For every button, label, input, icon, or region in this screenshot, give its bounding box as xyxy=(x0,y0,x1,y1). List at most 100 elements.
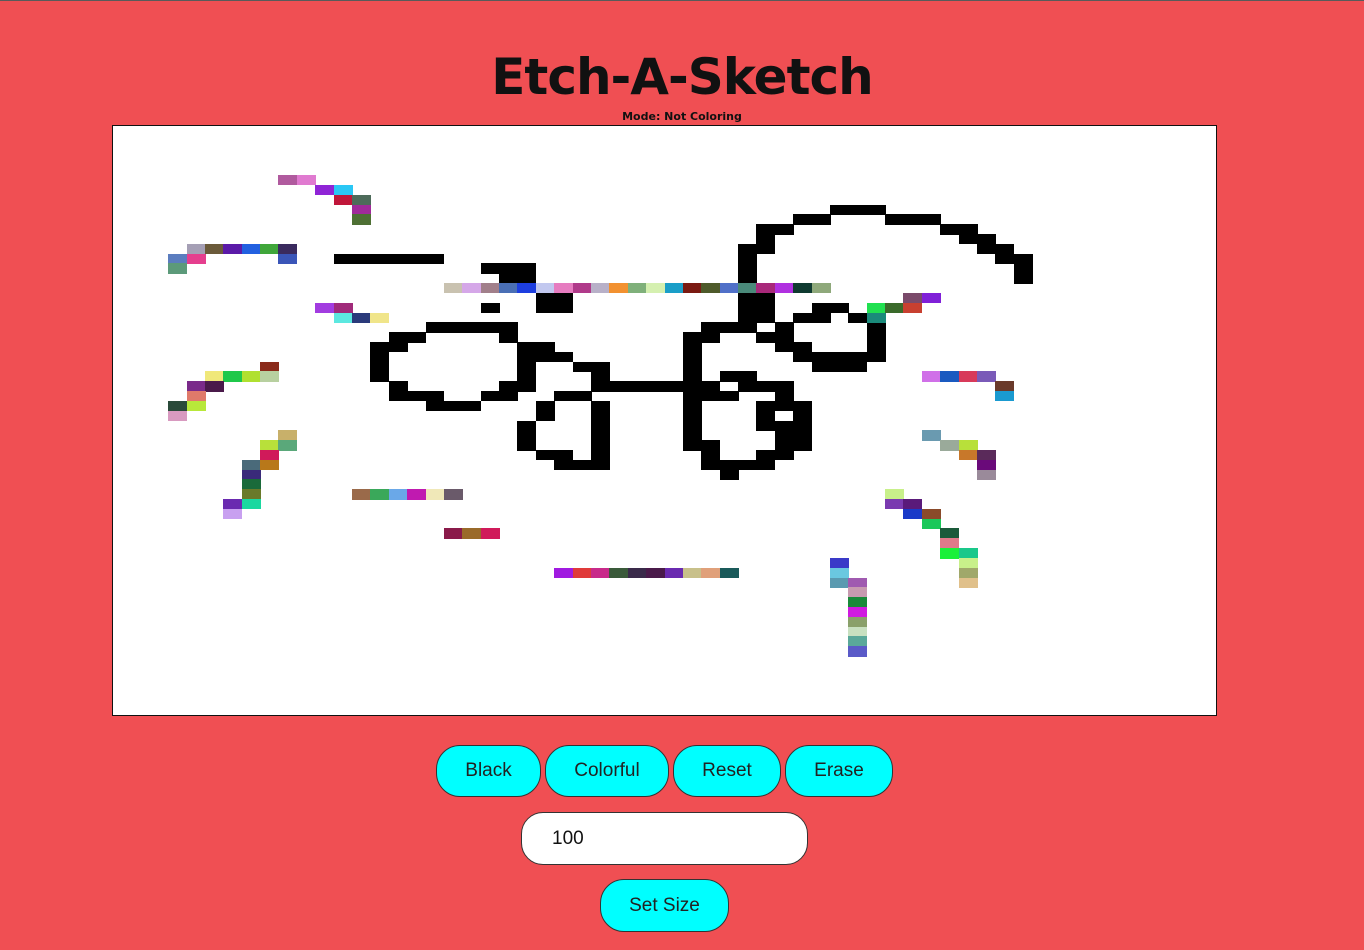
grid-cell[interactable] xyxy=(223,508,243,520)
grid-cell[interactable] xyxy=(921,430,941,441)
grid-cell[interactable] xyxy=(370,371,390,382)
grid-cell[interactable] xyxy=(756,459,776,471)
grid-cell[interactable] xyxy=(168,263,188,274)
grid-cell[interactable] xyxy=(425,400,445,412)
grid-cell[interactable] xyxy=(719,371,739,382)
grid-cell[interactable] xyxy=(388,489,408,500)
erase-button[interactable]: Erase xyxy=(785,745,893,797)
grid-cell[interactable] xyxy=(260,459,280,471)
grid-cell[interactable] xyxy=(774,283,794,294)
grid-cell[interactable] xyxy=(407,391,427,402)
grid-cell[interactable] xyxy=(296,175,316,186)
grid-cell[interactable] xyxy=(351,214,371,225)
grid-cell[interactable] xyxy=(241,243,261,255)
grid-cell[interactable] xyxy=(241,499,261,510)
grid-cell[interactable] xyxy=(499,332,519,343)
grid-cell[interactable] xyxy=(535,449,555,461)
grid-cell[interactable] xyxy=(260,371,280,382)
grid-cell[interactable] xyxy=(793,440,813,451)
grid-cell[interactable] xyxy=(848,646,868,657)
grid-cell[interactable] xyxy=(590,459,610,471)
grid-cell[interactable] xyxy=(572,459,592,471)
grid-cell[interactable] xyxy=(738,381,757,392)
grid-cell[interactable] xyxy=(425,253,445,265)
grid-cell[interactable] xyxy=(903,302,923,314)
grid-cell[interactable] xyxy=(774,341,794,353)
grid-cell[interactable] xyxy=(682,283,702,294)
grid-cell[interactable] xyxy=(701,391,721,402)
grid-cell[interactable] xyxy=(701,567,721,579)
grid-cell[interactable] xyxy=(517,283,537,294)
grid-cell[interactable] xyxy=(682,440,702,451)
grid-cell[interactable] xyxy=(407,332,427,343)
grid-cell[interactable] xyxy=(885,499,905,510)
grid-cell[interactable] xyxy=(756,332,776,343)
grid-cell[interactable] xyxy=(535,302,555,314)
grid-cell[interactable] xyxy=(535,283,555,294)
grid-cell[interactable] xyxy=(554,283,574,294)
grid-cell[interactable] xyxy=(499,391,519,402)
grid-cell[interactable] xyxy=(977,371,996,382)
grid-cell[interactable] xyxy=(333,253,353,265)
grid-cell[interactable] xyxy=(572,567,592,579)
grid-cell[interactable] xyxy=(443,528,463,539)
grid-cell[interactable] xyxy=(646,567,666,579)
grid-cell[interactable] xyxy=(774,224,794,235)
grid-cell[interactable] xyxy=(351,253,371,265)
grid-cell[interactable] xyxy=(848,312,868,323)
grid-cell[interactable] xyxy=(443,283,463,294)
grid-cell[interactable] xyxy=(1013,273,1033,284)
grid-cell[interactable] xyxy=(517,381,537,392)
grid-cell[interactable] xyxy=(241,371,261,382)
grid-cell[interactable] xyxy=(370,253,390,265)
grid-cell[interactable] xyxy=(940,371,960,382)
grid-cell[interactable] xyxy=(756,312,776,323)
grid-cell[interactable] xyxy=(866,312,886,323)
grid-cell[interactable] xyxy=(186,253,206,265)
grid-cell[interactable] xyxy=(480,391,500,402)
grid-cell[interactable] xyxy=(664,567,684,579)
grid-cell[interactable] xyxy=(940,548,960,559)
grid-cell[interactable] xyxy=(388,341,408,353)
grid-cell[interactable] xyxy=(388,253,408,265)
grid-cell[interactable] xyxy=(885,214,905,225)
grid-cell[interactable] xyxy=(811,361,831,372)
grid-cell[interactable] xyxy=(903,508,923,520)
grid-cell[interactable] xyxy=(995,391,1015,402)
grid-cell[interactable] xyxy=(940,224,960,235)
grid-cell[interactable] xyxy=(572,361,592,372)
grid-cell[interactable] xyxy=(738,459,757,471)
grid-cell[interactable] xyxy=(333,194,353,206)
grid-cell[interactable] xyxy=(701,332,721,343)
grid-cell[interactable] xyxy=(260,243,280,255)
grid-cell[interactable] xyxy=(682,567,702,579)
grid-cell[interactable] xyxy=(462,322,482,333)
grid-cell[interactable] xyxy=(443,400,463,412)
grid-cell[interactable] xyxy=(829,577,849,588)
grid-cell[interactable] xyxy=(719,283,739,294)
grid-cell[interactable] xyxy=(701,283,721,294)
grid-cell[interactable] xyxy=(572,391,592,402)
grid-cell[interactable] xyxy=(958,449,978,461)
grid-cell[interactable] xyxy=(462,283,482,294)
grid-cell[interactable] xyxy=(278,253,298,265)
grid-cell[interactable] xyxy=(958,371,978,382)
grid-cell[interactable] xyxy=(443,322,463,333)
grid-cell[interactable] xyxy=(572,283,592,294)
grid-cell[interactable] xyxy=(278,175,298,186)
grid-cell[interactable] xyxy=(351,312,371,323)
grid-cell[interactable] xyxy=(664,283,684,294)
grid-cell[interactable] xyxy=(517,440,537,451)
grid-cell[interactable] xyxy=(756,420,776,431)
grid-cell[interactable] xyxy=(903,214,923,225)
grid-cell[interactable] xyxy=(756,283,776,294)
grid-cell[interactable] xyxy=(554,302,574,314)
grid-cell[interactable] xyxy=(627,381,647,392)
grid-cell[interactable] xyxy=(793,351,813,363)
grid-cell[interactable] xyxy=(793,312,813,323)
grid-cell[interactable] xyxy=(866,204,886,215)
grid-cell[interactable] xyxy=(885,302,905,314)
colorful-button[interactable]: Colorful xyxy=(545,745,669,797)
grid-cell[interactable] xyxy=(866,351,886,363)
grid-cell[interactable] xyxy=(719,322,739,333)
